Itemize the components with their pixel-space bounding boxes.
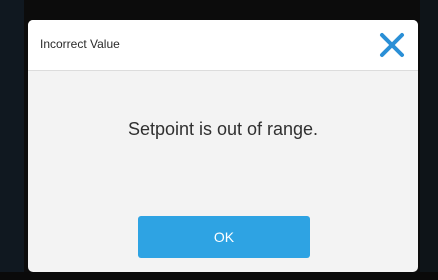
dialog-title: Incorrect Value	[40, 37, 120, 51]
bottom-strip	[0, 272, 438, 280]
right-bezel	[420, 0, 438, 280]
dialog-header: Incorrect Value	[28, 20, 418, 71]
close-button[interactable]	[376, 29, 408, 61]
dialog-message: Setpoint is out of range.	[127, 119, 319, 139]
screen: Incorrect Value Setpoint is out of range…	[0, 0, 438, 280]
incorrect-value-dialog: Incorrect Value Setpoint is out of range…	[28, 20, 418, 272]
close-icon	[380, 33, 404, 57]
ok-button[interactable]: OK	[138, 216, 310, 258]
left-bezel	[0, 0, 24, 280]
